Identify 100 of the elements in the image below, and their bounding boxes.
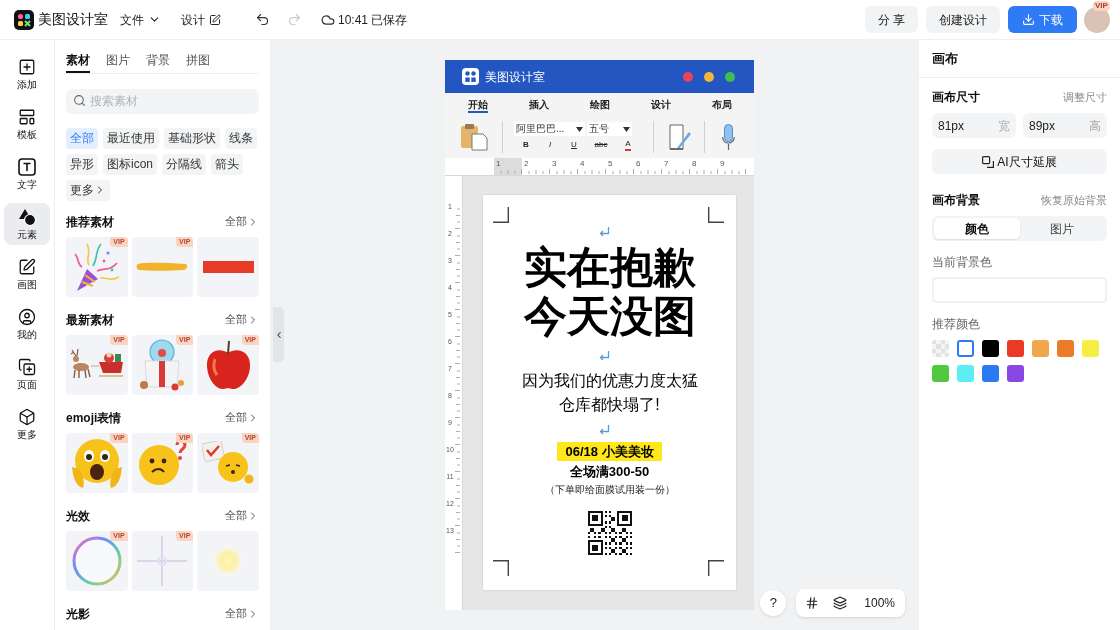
see-all-link[interactable]: 全部 [225,213,259,230]
page-edit-icon [669,123,691,150]
panel-title: 画布 [932,49,958,68]
ribbon-tab[interactable]: 布局 [711,97,732,113]
font-dropdown[interactable]: 阿里巴巴... [514,122,585,136]
color-swatch[interactable] [1032,340,1049,357]
font-size-dropdown[interactable]: 五号 [587,122,632,136]
color-swatch[interactable] [957,365,974,382]
panel-tab[interactable]: 素材 [66,52,90,73]
ribbon-tab[interactable]: 设计 [650,97,671,113]
see-all-link[interactable]: 全部 [225,507,259,524]
search-icon [73,94,86,107]
ribbon-tab[interactable]: 开始 [467,97,488,113]
ribbon-tab[interactable]: 绘图 [589,97,610,113]
format-button[interactable]: I [548,139,552,151]
reset-background-link[interactable]: 恢复原始背景 [1041,191,1107,209]
user-icon [18,307,36,326]
ruler-number: 9 [719,158,725,169]
ai-resize-button[interactable]: AI尺寸延展 [932,149,1107,174]
ribbon-tab[interactable]: 插入 [528,97,549,113]
download-button[interactable]: 下载 [1008,6,1077,33]
page-add-icon [18,357,36,376]
color-swatch[interactable] [1007,365,1024,382]
filter-chip[interactable]: 分隔线 [162,153,206,175]
panel-tab[interactable]: 背景 [146,52,170,73]
sidebar-item[interactable]: 文字 [4,153,50,195]
see-all-link[interactable]: 全部 [225,311,259,328]
sidebar-item[interactable]: 元素 [4,203,50,245]
body-text: 仓库都快塌了! [559,395,660,415]
sidebar-item[interactable]: 模板 [4,103,50,145]
section-title: 光影 [66,605,90,623]
sticker-tile[interactable] [197,530,259,591]
panel-tab[interactable]: 图片 [106,52,130,73]
section-title: 光效 [66,507,90,525]
color-swatch[interactable] [982,365,999,382]
size-field[interactable]: 81px 宽 [932,113,1016,138]
cloud-icon [321,12,335,27]
app-logo-icon [462,68,479,85]
action-button[interactable]: 分 享 [864,6,918,33]
note-text: （下单即给面膜试用装一份） [544,484,675,496]
segment-tab[interactable]: 颜色 [934,218,1020,239]
avatar[interactable] [1084,6,1110,33]
brush-stroke-icon [136,262,189,271]
ruler-number: 4 [579,158,585,169]
ruler-number: 3 [551,158,557,169]
crop-mark-icon [708,207,724,223]
qr-code-icon [587,511,632,555]
see-all-link[interactable]: 全部 [225,409,259,426]
color-swatch[interactable] [982,340,999,357]
color-swatch[interactable] [932,365,949,382]
format-button[interactable]: abc [594,139,608,151]
help-button[interactable]: ? [760,590,787,616]
sidebar-item[interactable]: 更多 [4,403,50,445]
color-swatch[interactable] [1007,340,1024,357]
sidebar-item[interactable]: 我的 [4,303,50,345]
filter-chip[interactable]: 最近使用 [103,127,159,149]
filter-chip[interactable]: 基础形状 [164,127,220,149]
action-button[interactable]: 创建设计 [926,6,1000,33]
zoom-level[interactable]: 100% [860,594,899,612]
resize-link[interactable]: 调整尺寸 [1063,88,1107,106]
menu-button[interactable]: 文件 [114,6,167,33]
search-field[interactable]: 搜索素材 [66,88,259,114]
add-icon [18,57,36,76]
edit-icon [209,13,221,26]
microphone-icon [722,123,735,150]
filter-chip[interactable]: 异形 [66,153,98,175]
color-swatch[interactable] [957,340,974,357]
layers-icon [833,596,848,610]
transparent-swatch[interactable] [932,340,949,357]
filter-chip[interactable]: 图标icon [103,153,157,175]
color-swatch[interactable] [1057,340,1074,357]
see-all-link[interactable]: 全部 [225,605,259,622]
glow-icon [213,545,244,576]
save-status: 10:41 已保存 [338,11,408,29]
sidebar-item[interactable]: 页面 [4,353,50,395]
format-button[interactable]: B [523,139,529,151]
paragraph-mark-icon [599,351,610,361]
date-tag: 06/18 小美美妆 [557,442,662,461]
sticker-tile[interactable] [197,236,259,297]
segment-tab[interactable]: 图片 [1019,218,1105,239]
filter-chip[interactable]: 更多 [66,179,110,201]
paragraph-mark-icon [599,227,610,237]
headline-text: 今天没图 [523,292,696,341]
format-button[interactable]: U [571,139,577,151]
app-name: 美图设计室 [38,10,108,29]
sidebar-item[interactable]: 添加 [4,53,50,95]
filter-chip[interactable]: 线条 [225,127,257,149]
menu-button[interactable]: 设计 [175,6,227,33]
collapse-panel-handle[interactable] [273,307,284,362]
section-title: 画布尺寸 [932,89,980,106]
sidebar-item[interactable]: 画图 [4,253,50,295]
hash-icon [805,596,820,610]
size-field[interactable]: 89px 高 [1023,113,1107,138]
color-swatch[interactable] [1082,340,1099,357]
format-button[interactable]: A [625,139,631,151]
face-with-sign-icon [202,440,255,485]
filter-chip[interactable]: 箭头 [211,153,243,175]
panel-tab[interactable]: 拼图 [186,52,210,73]
filter-chip[interactable]: 全部 [66,127,98,149]
window-title: 美图设计室 [485,68,545,86]
